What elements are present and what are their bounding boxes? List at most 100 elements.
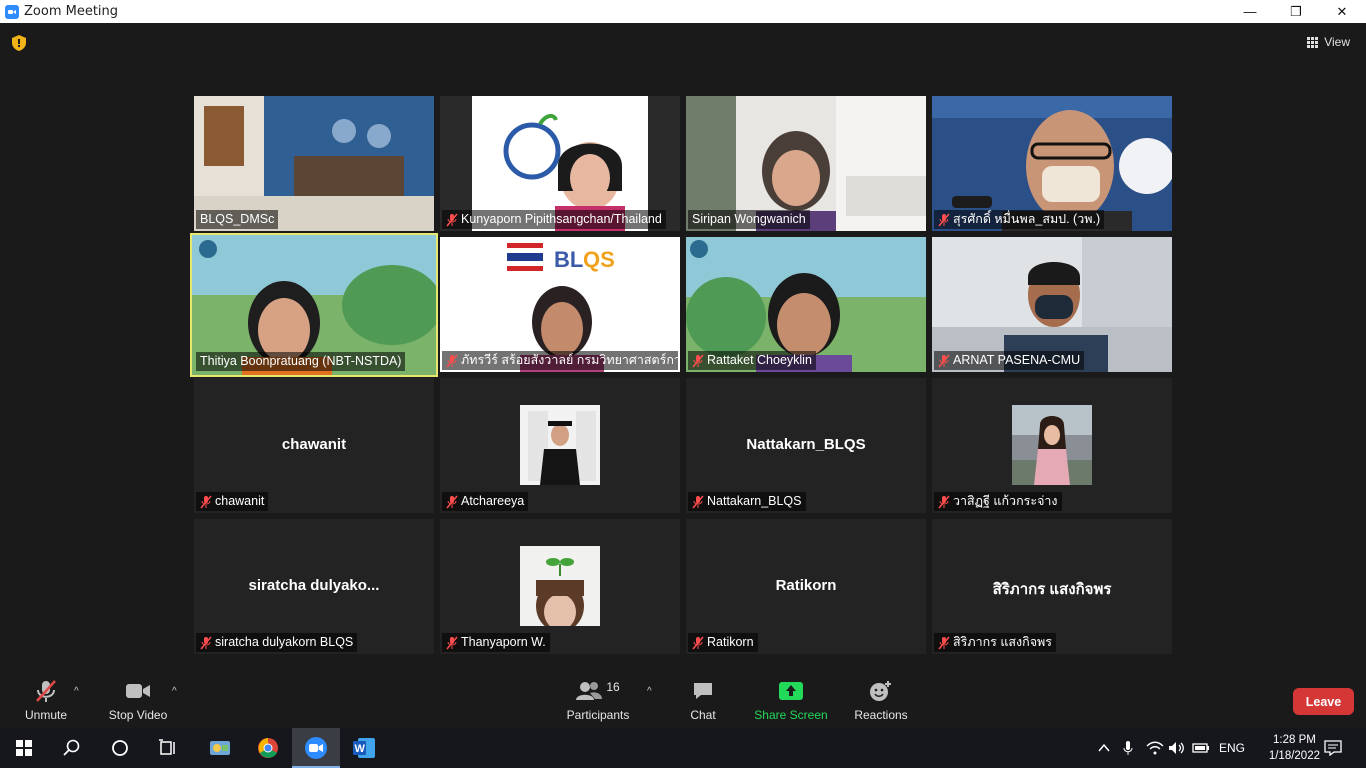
close-icon: ✕ xyxy=(1336,3,1348,19)
speaker-icon xyxy=(1169,742,1184,754)
cortana-button[interactable] xyxy=(96,728,144,768)
participants-options-caret-icon[interactable]: ^ xyxy=(647,686,652,697)
video-camera-icon xyxy=(126,684,150,698)
view-button[interactable]: View xyxy=(1307,35,1350,49)
participant-name-tag: วาสิฏฐี แก้วกระจ่าง xyxy=(934,492,1062,511)
close-button[interactable]: ✕ xyxy=(1319,0,1365,23)
participant-name: Ratikorn xyxy=(707,635,754,649)
participant-display-name: Ratikorn xyxy=(775,577,837,594)
participant-name: ภัทรวีร์ สร้อยสังวาลย์ กรมวิทยาศาสตร์การ… xyxy=(461,353,678,367)
search-button[interactable] xyxy=(48,728,96,768)
language-indicator[interactable]: ENG xyxy=(1219,728,1245,768)
share-screen-button[interactable]: Share Screen xyxy=(752,672,830,728)
video-tile[interactable]: Kunyaporn Pipithsangchan/Thailand xyxy=(440,96,680,231)
video-tile[interactable]: ARNAT PASENA-CMU xyxy=(932,237,1172,372)
participant-tile[interactable]: siratcha dulyako... siratcha dulyakorn B… xyxy=(194,519,434,654)
participant-name: วาสิฏฐี แก้วกระจ่าง xyxy=(953,494,1058,508)
participant-name-tag: Nattakarn_BLQS xyxy=(688,492,806,511)
participant-name-tag: สิริภากร แสงกิจพร xyxy=(934,633,1056,652)
restore-button[interactable]: ❐ xyxy=(1273,0,1319,23)
battery-icon xyxy=(1192,743,1209,753)
participants-count: 16 xyxy=(606,680,620,694)
participant-name: Siripan Wongwanich xyxy=(692,212,806,226)
minimize-button[interactable]: — xyxy=(1227,0,1273,23)
video-tile-active-speaker[interactable]: Thitiya Boonpratuang (NBT-NSTDA) xyxy=(190,233,438,377)
participant-name: Kunyaporn Pipithsangchan/Thailand xyxy=(461,212,662,226)
mic-muted-icon xyxy=(446,495,458,508)
video-tile[interactable]: Rattaket Choeyklin xyxy=(686,237,926,372)
microphone-icon xyxy=(1123,741,1133,755)
window-titlebar: Zoom Meeting — ❐ ✕ xyxy=(0,0,1366,23)
clock-time: 1:28 PM xyxy=(1273,734,1316,746)
video-tile[interactable]: Siripan Wongwanich xyxy=(686,96,926,231)
microphone-tray-icon[interactable] xyxy=(1122,728,1134,768)
audio-options-caret-icon[interactable]: ^ xyxy=(74,686,79,697)
participant-tile[interactable]: chawanit chawanit xyxy=(194,378,434,513)
participant-name-tag: Ratikorn xyxy=(688,633,758,652)
start-button[interactable] xyxy=(0,728,48,768)
meeting-area: View BLQS_DMSc Kunyaporn Pipithsangchan/… xyxy=(0,23,1366,728)
participant-name: chawanit xyxy=(215,494,265,508)
stop-video-button[interactable]: Stop Video xyxy=(104,672,172,728)
view-label: View xyxy=(1324,35,1350,49)
network-tray-icon[interactable] xyxy=(1146,728,1164,768)
share-screen-label: Share Screen xyxy=(754,708,828,722)
taskbar-app-word[interactable]: W xyxy=(340,728,388,768)
participant-display-name: chawanit xyxy=(281,436,347,453)
participant-name-tag: siratcha dulyakorn BLQS xyxy=(196,633,358,652)
svg-text:QS: QS xyxy=(583,247,615,272)
stop-video-label: Stop Video xyxy=(108,708,168,722)
participant-name: BLQS_DMSc xyxy=(200,212,275,226)
participant-tile[interactable]: สิริภากร แสงกิจพร สิริภากร แสงกิจพร xyxy=(932,519,1172,654)
security-shield-icon[interactable] xyxy=(12,35,26,51)
participant-tile[interactable]: Thanyaporn W. xyxy=(440,519,680,654)
participant-tile[interactable]: Ratikorn Ratikorn xyxy=(686,519,926,654)
mic-muted-icon xyxy=(692,495,704,508)
mic-muted-icon xyxy=(938,354,950,367)
participants-button[interactable]: 16 Participants xyxy=(564,672,632,728)
minimize-icon: — xyxy=(1243,4,1257,19)
meeting-toolbar: Unmute ^ Stop Video ^ 16 Participants ^ xyxy=(0,672,1366,728)
zoom-icon xyxy=(305,737,327,759)
restore-icon: ❐ xyxy=(1290,3,1302,19)
video-tile[interactable]: BLQS_DMSc xyxy=(194,96,434,231)
participant-name-tag: Thitiya Boonpratuang (NBT-NSTDA) xyxy=(196,352,406,371)
task-view-button[interactable] xyxy=(144,728,192,768)
language-label: ENG xyxy=(1219,741,1246,755)
battery-tray-icon[interactable] xyxy=(1192,728,1210,768)
participant-name-tag: Atchareeya xyxy=(442,492,529,511)
leave-button[interactable]: Leave xyxy=(1293,688,1354,715)
window-title: Zoom Meeting xyxy=(24,4,119,19)
show-hidden-icons-button[interactable] xyxy=(1098,728,1110,768)
reactions-button[interactable]: Reactions xyxy=(850,672,912,728)
participant-name-tag: สุรศักดิ์ หมื่นพล_สมป. (วพ.) xyxy=(934,210,1105,229)
participant-tile[interactable]: Atchareeya xyxy=(440,378,680,513)
participant-name: Atchareeya xyxy=(461,494,525,508)
taskbar-app-chrome[interactable] xyxy=(244,728,292,768)
video-tile[interactable]: สุรศักดิ์ หมื่นพล_สมป. (วพ.) xyxy=(932,96,1172,231)
svg-text:W: W xyxy=(355,743,366,755)
action-center-button[interactable] xyxy=(1324,728,1342,768)
share-screen-icon xyxy=(779,682,803,700)
participant-display-name: สิริภากร แสงกิจพร xyxy=(992,581,1112,598)
system-clock[interactable]: 1:28 PM 1/18/2022 xyxy=(1269,732,1320,764)
participant-display-name: siratcha dulyako... xyxy=(248,577,380,594)
reactions-smiley-icon xyxy=(870,681,891,701)
video-tile[interactable]: BL QS ภัทรวีร์ สร้อยสังวาลย์ กรมวิทยาศาส… xyxy=(440,237,680,372)
chrome-icon xyxy=(258,738,278,758)
participant-name-tag: ภัทรวีร์ สร้อยสังวาลย์ กรมวิทยาศาสตร์การ… xyxy=(442,351,678,370)
participant-tile[interactable]: วาสิฏฐี แก้วกระจ่าง xyxy=(932,378,1172,513)
participant-display-name: Nattakarn_BLQS xyxy=(746,436,866,453)
participant-name-tag: Siripan Wongwanich xyxy=(688,210,810,229)
taskbar-app-control-panel[interactable] xyxy=(196,728,244,768)
search-icon xyxy=(63,739,80,756)
video-options-caret-icon[interactable]: ^ xyxy=(172,686,177,697)
mic-muted-icon xyxy=(938,213,950,226)
mic-muted-icon xyxy=(200,636,212,649)
participant-tile[interactable]: Nattakarn_BLQS Nattakarn_BLQS xyxy=(686,378,926,513)
taskbar-app-zoom[interactable] xyxy=(292,728,340,768)
unmute-button[interactable]: Unmute xyxy=(18,672,74,728)
volume-tray-icon[interactable] xyxy=(1168,728,1186,768)
chat-button[interactable]: Chat xyxy=(680,672,726,728)
participant-name-tag: Kunyaporn Pipithsangchan/Thailand xyxy=(442,210,666,229)
